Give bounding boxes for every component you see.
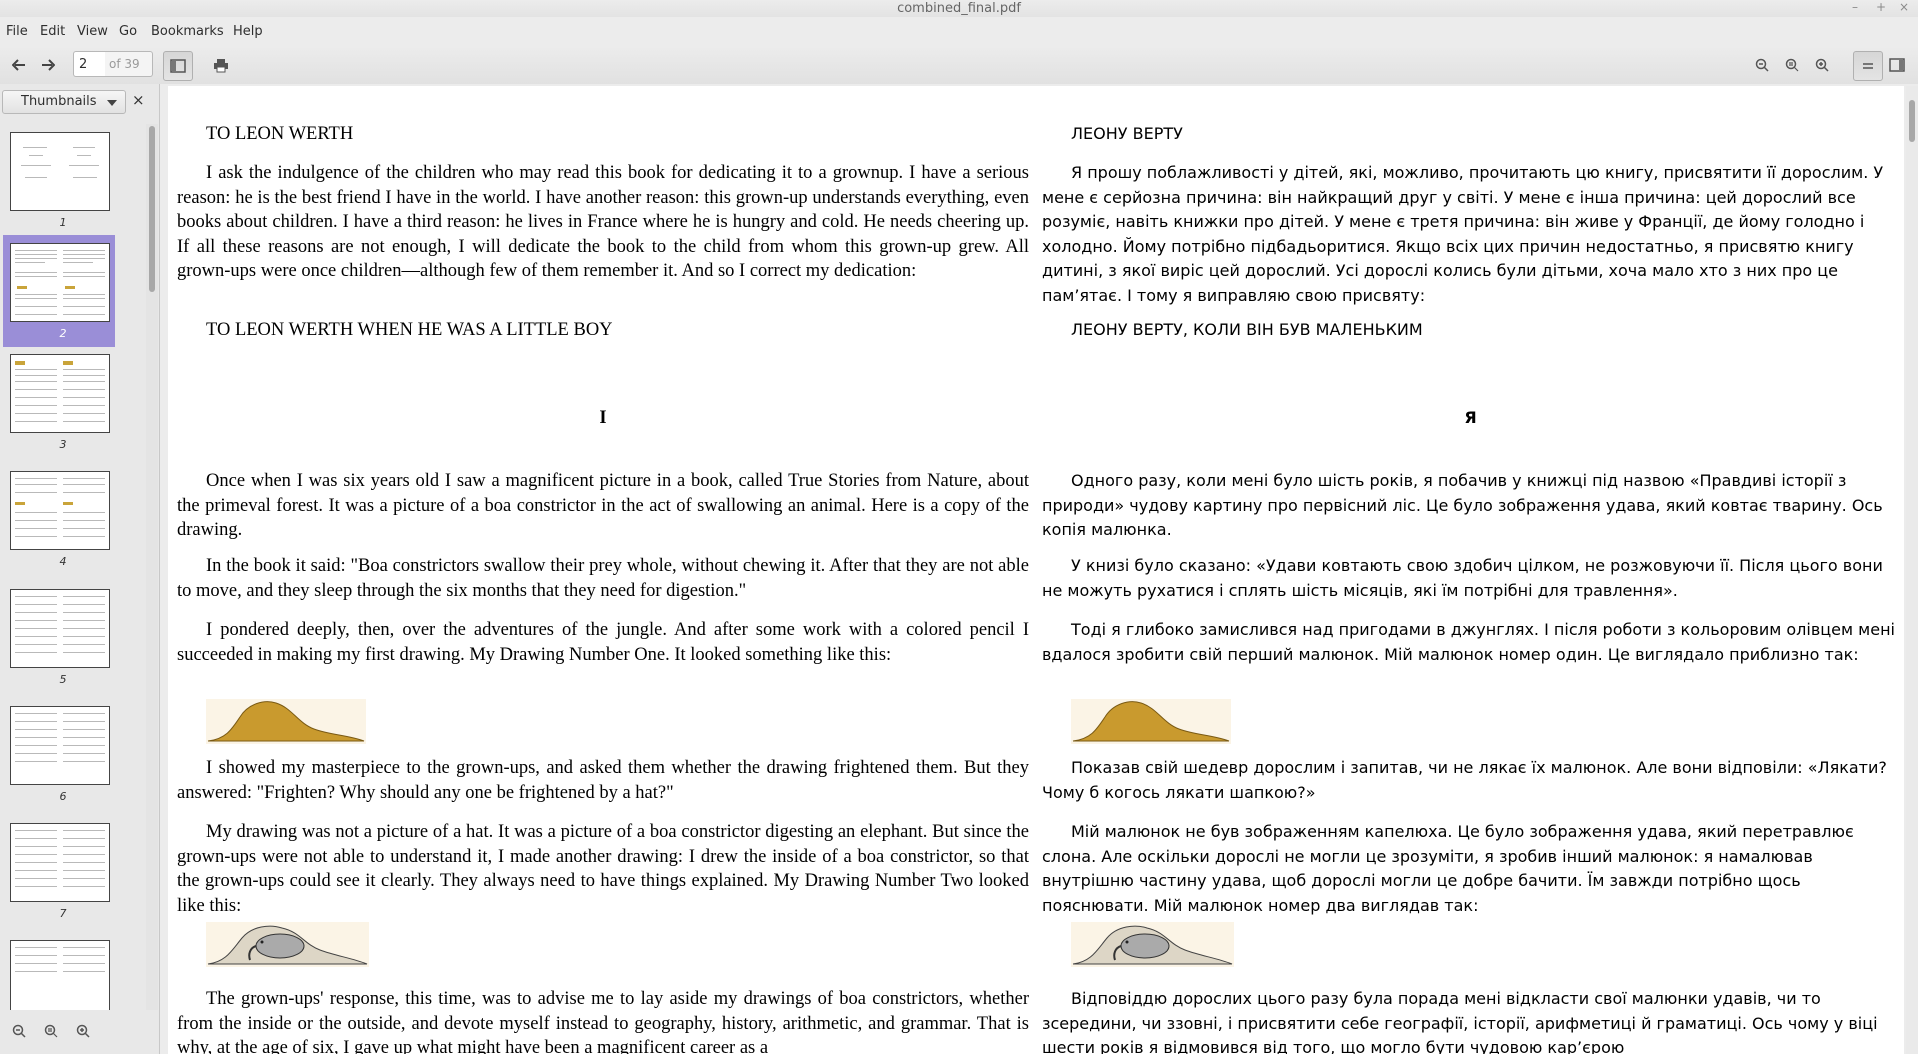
boa-hat-drawing <box>1071 699 1231 744</box>
paragraph: Одного разу, коли мені було шість років,… <box>1042 471 1883 539</box>
thumbnail-page-5[interactable]: 5 <box>3 581 115 693</box>
paragraph: I showed my masterpiece to the grown-ups… <box>177 758 1029 803</box>
dedication-heading-2: ЛЕОНУ ВЕРТУ, КОЛИ ВІН БУВ МАЛЕНЬКИМ <box>1071 320 1423 339</box>
menu-edit[interactable]: Edit <box>40 24 65 39</box>
thumbnail-zoom-in-icon[interactable] <box>76 1024 90 1042</box>
paragraph: The grown-ups' response, this time, was … <box>177 989 1029 1054</box>
paragraph: My drawing was not a picture of a hat. I… <box>177 822 1029 916</box>
menu-bookmarks[interactable]: Bookmarks <box>151 24 224 39</box>
paragraph: In the book it said: "Boa constrictors s… <box>177 556 1029 601</box>
menu-go[interactable]: Go <box>119 24 137 39</box>
boa-elephant-drawing <box>1071 922 1234 967</box>
chapter-number: Я <box>1464 408 1477 427</box>
sidebar-toggle-icon[interactable] <box>163 51 193 81</box>
menu-view[interactable]: View <box>77 24 108 39</box>
zoom-fit-icon[interactable] <box>1778 51 1806 79</box>
thumbnail-number: 4 <box>59 555 67 568</box>
dedication-heading: TO LEON WERTH <box>206 124 354 144</box>
document-scrollbar[interactable] <box>1906 86 1918 1054</box>
window-title: combined_final.pdf <box>897 1 1021 16</box>
thumbnail-image <box>10 940 110 1010</box>
dedication-heading: ЛЕОНУ ВЕРТУ <box>1071 124 1183 143</box>
thumbnail-image <box>10 823 110 902</box>
paragraph: Once when I was six years old I saw a ma… <box>177 471 1029 540</box>
chapter-number: I <box>599 408 607 428</box>
title-bar: combined_final.pdf – + × <box>0 0 1918 17</box>
forward-arrow-icon[interactable] <box>34 51 62 79</box>
thumbnail-zoom-out-icon[interactable] <box>12 1024 26 1042</box>
thumbnail-number: 7 <box>59 907 67 920</box>
minimize-button[interactable]: – <box>1852 0 1858 14</box>
close-sidebar-button[interactable]: × <box>132 91 145 109</box>
zoom-out-icon[interactable] <box>1748 51 1776 79</box>
thumbnail-page-7[interactable]: 7 <box>3 815 115 927</box>
sidebar: Thumbnails × 1 2 3 4 5 6 7 <box>0 84 160 1054</box>
thumbnail-image <box>10 243 110 322</box>
menu-file[interactable]: File <box>6 24 28 39</box>
thumbnail-image <box>10 354 110 433</box>
close-window-button[interactable]: × <box>1899 0 1909 14</box>
thumbnail-number: 1 <box>59 216 67 229</box>
boa-elephant-drawing <box>206 922 369 967</box>
sidebar-scrollbar[interactable] <box>146 124 158 1010</box>
toolbar: of 39 <box>0 46 1918 84</box>
paragraph: I pondered deeply, then, over the advent… <box>177 620 1029 665</box>
paragraph: Мій малюнок не був зображенням капелюха.… <box>1042 822 1854 915</box>
print-icon[interactable] <box>207 51 235 79</box>
page-number-input[interactable] <box>73 51 105 77</box>
document-view[interactable]: TO LEON WERTH I ask the indulgence of th… <box>168 86 1904 1054</box>
paragraph: У книзі було сказано: «Удави ковтають св… <box>1042 556 1883 600</box>
thumbnail-number: 2 <box>59 327 67 340</box>
paragraph: Показав свій шедевр дорослим і запитав, … <box>1042 758 1887 802</box>
thumbnail-page-8[interactable]: 8 <box>3 932 115 1010</box>
thumbnails-dropdown-label: Thumbnails <box>21 94 97 109</box>
thumbnail-number: 5 <box>59 673 67 686</box>
thumbnail-number: 6 <box>59 790 67 803</box>
paragraph: Тоді я глибоко замислився над пригодами … <box>1042 620 1895 664</box>
dedication-heading-2: TO LEON WERTH WHEN HE WAS A LITTLE BOY <box>206 320 613 340</box>
thumbnail-list: 1 2 3 4 5 6 7 <box>0 124 146 1010</box>
thumbnail-page-4[interactable]: 4 <box>3 463 115 575</box>
thumbnail-number: 3 <box>59 438 67 451</box>
thumbnail-page-3[interactable]: 3 <box>3 346 115 458</box>
maximize-button[interactable]: + <box>1876 0 1886 14</box>
zoom-in-icon[interactable] <box>1808 51 1836 79</box>
thumbnail-image <box>10 706 110 785</box>
chevron-down-icon <box>107 100 117 106</box>
thumbnail-image <box>10 589 110 668</box>
page-total-label: of 39 <box>105 51 153 77</box>
continuous-view-icon[interactable] <box>1853 51 1883 81</box>
paragraph: Відповіддю дорослих цього разу була пора… <box>1042 989 1878 1054</box>
thumbnail-page-1[interactable]: 1 <box>3 124 115 236</box>
thumbnail-page-2[interactable]: 2 <box>3 235 115 347</box>
back-arrow-icon[interactable] <box>5 51 33 79</box>
thumbnail-zoom-fit-icon[interactable] <box>44 1024 58 1042</box>
boa-hat-drawing <box>206 699 366 744</box>
thumbnail-image <box>10 132 110 211</box>
paragraph: Я прошу поблажливості у дітей, які, можл… <box>1042 163 1884 305</box>
dual-page-icon[interactable] <box>1883 51 1911 79</box>
thumbnail-page-6[interactable]: 6 <box>3 698 115 810</box>
paragraph: I ask the indulgence of the children who… <box>177 163 1029 281</box>
thumbnails-dropdown[interactable]: Thumbnails <box>2 90 126 114</box>
thumbnail-image <box>10 471 110 550</box>
menu-help[interactable]: Help <box>233 24 263 39</box>
sidebar-zoom-controls <box>0 1012 158 1054</box>
